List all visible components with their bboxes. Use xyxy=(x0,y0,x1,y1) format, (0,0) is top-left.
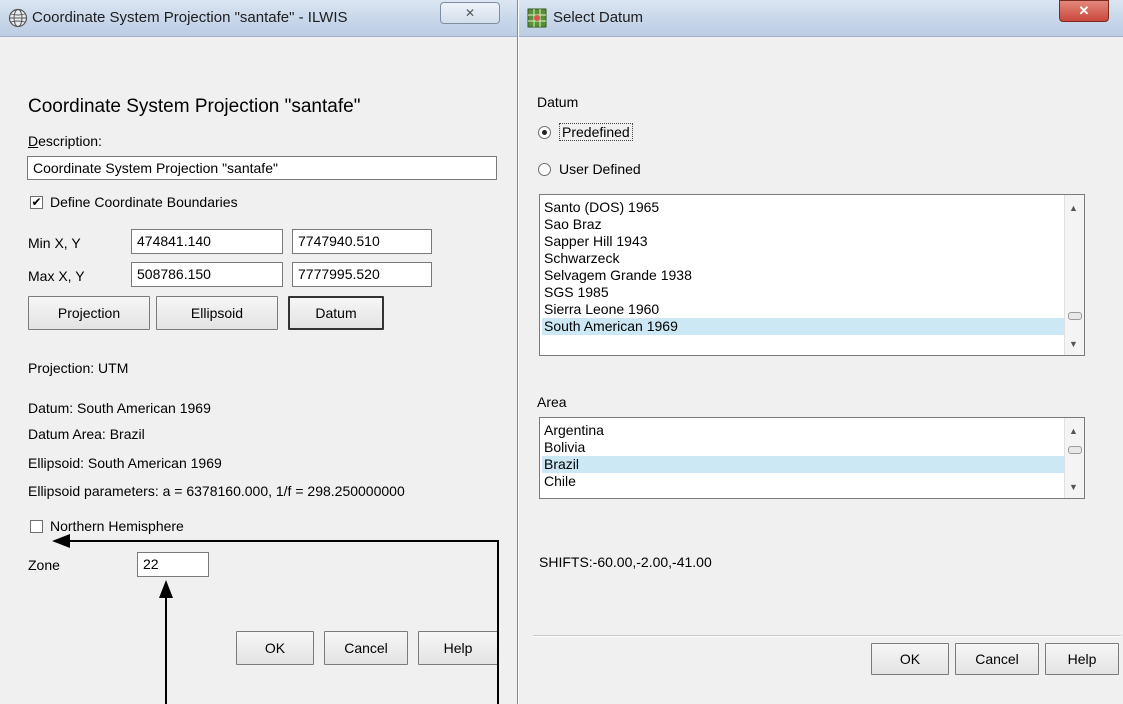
dialog-heading: Coordinate System Projection "santafe" xyxy=(28,96,361,117)
datum-list-scrollbar[interactable]: ▲ ▼ xyxy=(1064,195,1084,355)
min-y-input[interactable]: 7747940.510 xyxy=(292,229,432,254)
left-title-bar[interactable]: Coordinate System Projection "santafe" -… xyxy=(0,0,517,37)
ilwis-app-icon xyxy=(527,8,547,33)
datum-list-item[interactable]: Sapper Hill 1943 xyxy=(542,233,1064,250)
datum-list-item[interactable]: Santo (DOS) 1965 xyxy=(542,199,1064,216)
min-xy-label: Min X, Y xyxy=(28,235,81,251)
info-datum-area: Datum Area: Brazil xyxy=(28,426,145,442)
user-defined-radio[interactable] xyxy=(538,163,551,176)
user-defined-label: User Defined xyxy=(559,161,641,177)
datum-listbox[interactable]: Santo (DOS) 1965 Sao Braz Sapper Hill 19… xyxy=(539,194,1085,356)
area-list-item[interactable]: Argentina xyxy=(542,422,1064,439)
shifts-text: SHIFTS:-60.00,-2.00,-41.00 xyxy=(539,554,712,570)
zone-input[interactable]: 22 xyxy=(137,552,209,577)
checkmark-icon: ✔ xyxy=(31,195,42,209)
right-ok-button[interactable]: OK xyxy=(871,643,949,675)
right-window-title: Select Datum xyxy=(553,9,644,26)
northern-hemisphere-checkbox[interactable] xyxy=(30,520,43,533)
left-window-title: Coordinate System Projection "santafe" -… xyxy=(32,9,348,26)
scroll-down-icon[interactable]: ▼ xyxy=(1069,339,1078,349)
min-x-input[interactable]: 474841.140 xyxy=(131,229,283,254)
left-close-button[interactable]: ✕ xyxy=(440,2,500,24)
globe-icon xyxy=(8,8,28,33)
max-x-input[interactable]: 508786.150 xyxy=(131,262,283,287)
info-ellipsoid: Ellipsoid: South American 1969 xyxy=(28,455,222,471)
area-list-scrollbar[interactable]: ▲ ▼ xyxy=(1064,418,1084,498)
datum-list-item[interactable]: Selvagem Grande 1938 xyxy=(542,267,1064,284)
description-input[interactable]: Coordinate System Projection "santafe" xyxy=(27,156,497,180)
datum-button[interactable]: Datum xyxy=(288,296,384,330)
right-close-button[interactable]: ✕ xyxy=(1059,0,1109,22)
predefined-label: Predefined xyxy=(559,123,633,141)
zone-label: Zone xyxy=(28,557,60,573)
scroll-up-icon[interactable]: ▲ xyxy=(1069,203,1078,213)
predefined-radio[interactable] xyxy=(538,126,551,139)
datum-list-item[interactable]: Schwarzeck xyxy=(542,250,1064,267)
right-cancel-button[interactable]: Cancel xyxy=(955,643,1039,675)
ellipsoid-button[interactable]: Ellipsoid xyxy=(156,296,278,330)
left-ok-button[interactable]: OK xyxy=(236,631,314,665)
datum-group-label: Datum xyxy=(537,94,579,110)
area-list-item[interactable]: Bolivia xyxy=(542,439,1064,456)
scroll-thumb[interactable] xyxy=(1068,312,1082,320)
max-xy-label: Max X, Y xyxy=(28,268,85,284)
info-projection: Projection: UTM xyxy=(28,360,129,376)
radio-dot-icon xyxy=(542,130,547,135)
coordinate-system-window: Coordinate System Projection "santafe" -… xyxy=(0,0,518,704)
info-datum: Datum: South American 1969 xyxy=(28,400,211,416)
close-icon: ✕ xyxy=(464,6,476,20)
area-listbox[interactable]: Argentina Bolivia Brazil Chile ▲ ▼ xyxy=(539,417,1085,499)
left-help-button[interactable]: Help xyxy=(418,631,498,665)
datum-list-item[interactable]: Sierra Leone 1960 xyxy=(542,301,1064,318)
info-ellipsoid-parameters: Ellipsoid parameters: a = 6378160.000, 1… xyxy=(28,483,405,499)
datum-list-item-selected[interactable]: South American 1969 xyxy=(542,318,1064,335)
scroll-up-icon[interactable]: ▲ xyxy=(1069,426,1078,436)
right-help-button[interactable]: Help xyxy=(1045,643,1119,675)
northern-hemisphere-label: Northern Hemisphere xyxy=(50,518,184,534)
define-boundaries-label: Define Coordinate Boundaries xyxy=(50,194,238,210)
close-icon: ✕ xyxy=(1078,3,1090,18)
scroll-down-icon[interactable]: ▼ xyxy=(1069,482,1078,492)
select-datum-window: Select Datum ✕ Datum Predefined User Def… xyxy=(519,0,1123,704)
datum-list-item[interactable]: SGS 1985 xyxy=(542,284,1064,301)
area-group-label: Area xyxy=(537,394,567,410)
datum-list-item[interactable]: Sao Braz xyxy=(542,216,1064,233)
left-cancel-button[interactable]: Cancel xyxy=(324,631,408,665)
projection-button[interactable]: Projection xyxy=(28,296,150,330)
max-y-input[interactable]: 7777995.520 xyxy=(292,262,432,287)
define-boundaries-checkbox[interactable]: ✔ xyxy=(30,196,43,209)
bottom-separator xyxy=(533,635,1121,637)
scroll-thumb[interactable] xyxy=(1068,446,1082,454)
area-list-item[interactable]: Chile xyxy=(542,473,1064,490)
area-list-item-selected[interactable]: Brazil xyxy=(542,456,1064,473)
description-label: Description: xyxy=(28,133,102,149)
right-title-bar[interactable]: Select Datum ✕ xyxy=(519,0,1123,37)
